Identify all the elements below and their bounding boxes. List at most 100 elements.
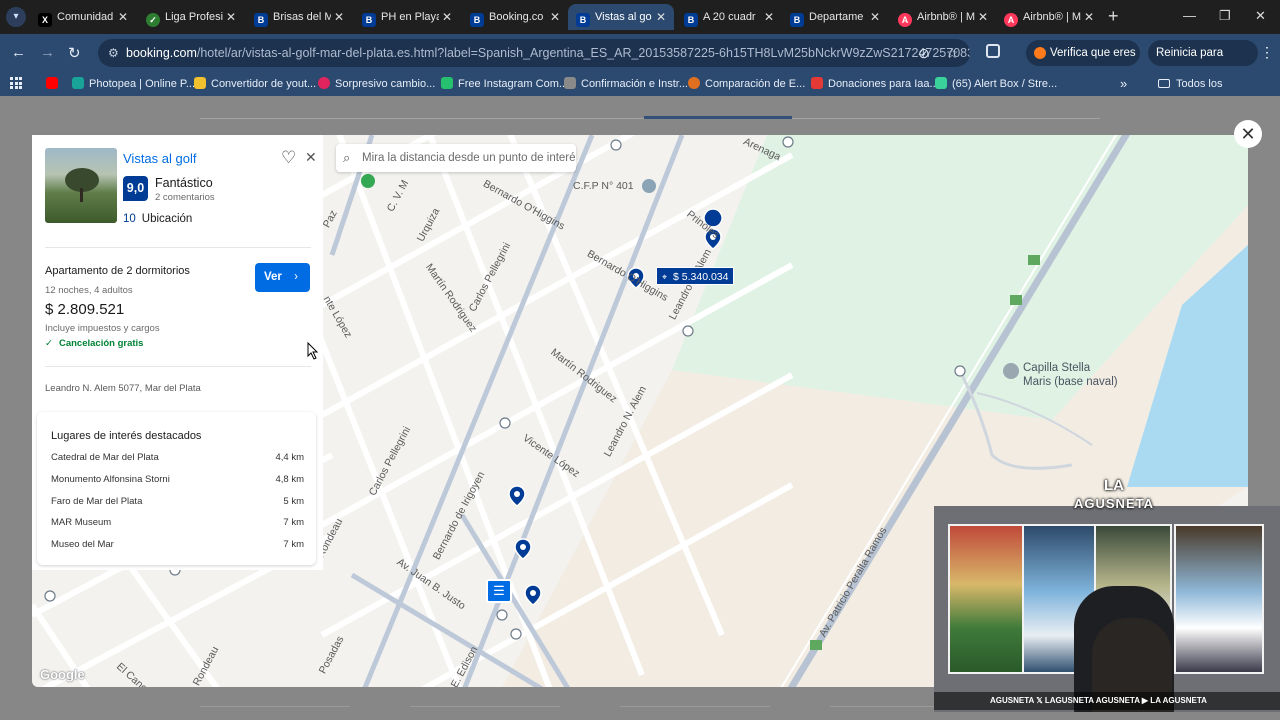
tab-strip: ▾ X Comunidad ✕ ✓ Liga Profesi ✕ B Brisas del… (0, 0, 1280, 34)
booking-icon: B (684, 13, 698, 27)
eye-off-icon[interactable]: ⊘ (918, 39, 930, 67)
review-count: 2 comentarios (155, 192, 215, 203)
stay-details: 12 noches, 4 adultos (45, 285, 133, 296)
property-marker[interactable] (508, 485, 526, 507)
property-marker[interactable] (524, 584, 542, 606)
nearby-title: Lugares de interés destacados (51, 430, 202, 442)
bookmark-donaciones[interactable]: Donaciones para Iaa... (811, 72, 939, 96)
page-active-tab-indicator (644, 116, 792, 119)
close-map-button[interactable]: ✕ (1234, 120, 1262, 148)
bookmark-sorpresivo[interactable]: Sorpresivo cambio... (318, 72, 435, 96)
tab-close-icon[interactable]: ✕ (226, 4, 236, 30)
bookmark-alertbox[interactable]: (65) Alert Box / Stre... (935, 72, 1057, 96)
review-score-word: Fantástico (155, 176, 213, 190)
youtube-icon (46, 77, 58, 89)
selected-property-bed-icon[interactable]: ☰ (486, 579, 512, 603)
stadium-poster (948, 524, 1024, 674)
tab-3[interactable]: B Brisas del M ✕ (246, 4, 352, 30)
free-cancellation: ✓ Cancelación gratis (45, 338, 144, 349)
map-price-tag[interactable]: ⌖ $ 5.340.034 (656, 267, 735, 285)
divider (45, 247, 311, 248)
folder-icon (1158, 79, 1170, 88)
bookmarks-bar: Photopea | Online P... Convertidor de yo… (0, 72, 1280, 114)
tab-close-icon[interactable]: ✕ (550, 4, 560, 30)
airbnb-icon: A (898, 13, 912, 27)
heart-icon[interactable]: ♡ (281, 148, 296, 168)
mouse-cursor-icon (307, 341, 319, 360)
property-marker[interactable] (514, 538, 532, 560)
bookmark-photopea[interactable]: Photopea | Online P... (72, 72, 195, 96)
channel-logo: LA AGUSNETA (1074, 477, 1154, 511)
tab-4[interactable]: B PH en Playa ✕ (354, 4, 460, 30)
google-logo[interactable]: Google (40, 667, 85, 682)
property-photo[interactable] (45, 148, 117, 223)
view-property-button[interactable]: Ver › (255, 263, 310, 292)
address-bar[interactable]: ⚙ booking.com/hotel/ar/vistas-al-golf-ma… (98, 39, 970, 67)
bookmark-confirmacion[interactable]: Confirmación e Instr... (564, 72, 688, 96)
comparison-icon (688, 77, 700, 89)
webcam-overlay (934, 506, 1280, 712)
minimize-icon[interactable]: — (1183, 8, 1196, 23)
close-window-icon[interactable]: ✕ (1255, 8, 1266, 24)
reload-icon[interactable]: ↻ (68, 44, 81, 62)
tab-6-active[interactable]: B Vistas al go ✕ (568, 4, 674, 30)
new-tab-plus-icon[interactable]: + (1108, 6, 1119, 27)
property-address: Leandro N. Alem 5077, Mar del Plata (45, 383, 201, 394)
school-label: C.F.P N° 401 (573, 180, 634, 192)
restart-update-button[interactable]: Reinicia para actualizar (1148, 40, 1258, 85)
back-arrow-icon[interactable]: ← (11, 44, 26, 61)
total-price: $ 2.809.521 (45, 301, 125, 318)
tab-close-icon[interactable]: ✕ (656, 4, 666, 30)
more-bookmarks-chevron-icon[interactable]: » (1120, 72, 1127, 96)
booking-icon: B (470, 13, 484, 27)
booking-icon: B (254, 13, 268, 27)
close-icon[interactable]: ✕ (305, 149, 317, 166)
poi-distance-search-input[interactable]: ⌕ Mira la distancia desde un punto de in… (336, 144, 576, 172)
social-handles-bar: AGUSNETA 𝕏 LAGUSNETA AGUSNETA ▶ LA AGUSN… (934, 692, 1280, 710)
tab-1[interactable]: X Comunidad ✕ (30, 4, 136, 30)
donations-icon (811, 77, 823, 89)
convertidor-icon (194, 77, 206, 89)
bookmark-convertidor[interactable]: Convertidor de yout... (194, 72, 316, 96)
property-name-link[interactable]: Vistas al golf (123, 151, 196, 166)
player-poster (1174, 524, 1264, 674)
x-logo-icon: X (38, 13, 52, 27)
tab-search-button[interactable]: ▾ (6, 7, 26, 27)
menu-kebab-icon[interactable]: ⋮ (1260, 44, 1274, 61)
tab-7[interactable]: BA 20 cuadr ✕ (676, 4, 782, 30)
review-score-badge: 9,0 (123, 176, 148, 201)
airbnb-icon: A (1004, 13, 1018, 27)
tab-close-icon[interactable]: ✕ (334, 4, 344, 30)
list-item: Faro de Mar del Plata 5 km (51, 496, 304, 507)
bookmark-instagram[interactable]: Free Instagram Com... (441, 72, 568, 96)
list-item: Monumento Alfonsina Storni 4,8 km (51, 474, 304, 485)
tab-close-icon[interactable]: ✕ (118, 4, 128, 30)
site-info-icon[interactable]: ⚙ (108, 39, 119, 67)
bookmark-comparacion[interactable]: Comparación de E... (688, 72, 805, 96)
tab-5[interactable]: B Booking.co ✕ (462, 4, 568, 30)
tab-8[interactable]: B Departame ✕ (782, 4, 888, 30)
extensions-icon[interactable] (986, 44, 1000, 58)
tab-9[interactable]: A Airbnb® | M ✕ (890, 4, 996, 30)
restore-icon[interactable]: ❐ (1219, 8, 1231, 24)
bookmark-youtube[interactable] (46, 72, 63, 96)
tab-close-icon[interactable]: ✕ (1084, 4, 1094, 30)
booking-icon: B (790, 13, 804, 27)
tab-10[interactable]: A Airbnb® | M ✕ (996, 4, 1102, 30)
tab-close-icon[interactable]: ✕ (870, 4, 880, 30)
verify-identity-button[interactable]: Verifica que eres tú (1026, 40, 1140, 85)
page-footer-strip (200, 706, 1020, 720)
tab-close-icon[interactable]: ✕ (764, 4, 774, 30)
streamelements-icon (935, 77, 947, 89)
photopea-icon (72, 77, 84, 89)
tab-2[interactable]: ✓ Liga Profesi ✕ (138, 4, 244, 30)
apps-grid-icon[interactable] (10, 77, 22, 89)
bookmark-star-icon[interactable]: ☆ (946, 39, 959, 67)
tab-close-icon[interactable]: ✕ (442, 4, 452, 30)
list-item: Catedral de Mar del Plata 4,4 km (51, 452, 304, 463)
tab-close-icon[interactable]: ✕ (978, 4, 988, 30)
forward-arrow-icon[interactable]: → (40, 44, 55, 61)
chapel-poi-label[interactable]: Capilla Stella Maris (base naval) (1023, 361, 1118, 389)
nearby-places-box: Lugares de interés destacados Catedral d… (37, 412, 316, 565)
instagram-tool-icon (441, 77, 453, 89)
